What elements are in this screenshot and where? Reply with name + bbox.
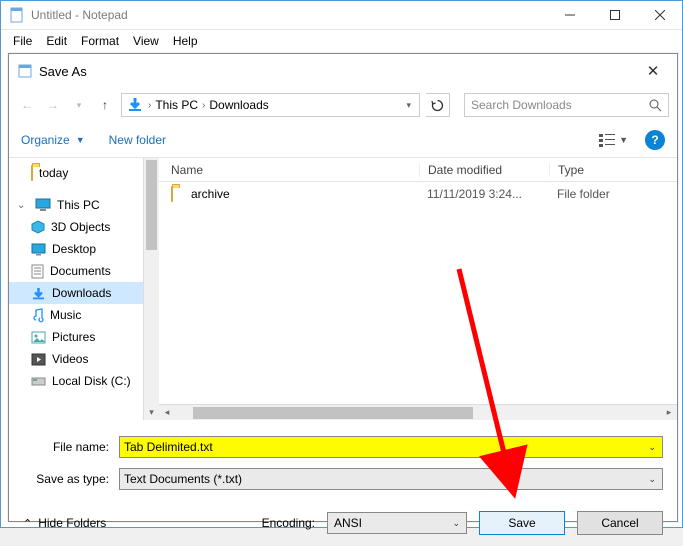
maximize-button[interactable] <box>592 1 637 30</box>
menu-help[interactable]: Help <box>167 32 204 50</box>
breadcrumb-bar[interactable]: › This PC › Downloads ▾ <box>121 93 420 117</box>
column-name[interactable]: Name <box>171 163 419 177</box>
disk-icon <box>31 375 46 387</box>
tree-item-downloads[interactable]: Downloads <box>9 282 159 304</box>
chevron-down-icon: ▼ <box>619 135 628 145</box>
chevron-down-icon[interactable]: ⌄ <box>648 442 656 453</box>
scroll-left-icon[interactable]: ◂ <box>159 407 175 418</box>
tree-item-today[interactable]: today <box>9 162 159 184</box>
view-icon <box>599 133 615 147</box>
tree-item-desktop[interactable]: Desktop <box>9 238 159 260</box>
minimize-button[interactable] <box>547 1 592 30</box>
search-input[interactable]: Search Downloads <box>464 93 669 117</box>
column-date[interactable]: Date modified <box>419 163 549 177</box>
breadcrumb-this-pc[interactable]: This PC <box>155 98 198 112</box>
tree-item-documents[interactable]: Documents <box>9 260 159 282</box>
file-list: Name Date modified Type archive 11/11/20… <box>159 158 677 420</box>
chevron-down-icon: ⌄ <box>452 518 460 529</box>
help-button[interactable]: ? <box>645 130 665 150</box>
menu-view[interactable]: View <box>127 32 165 50</box>
dialog-toolbar: Organize ▼ New folder ▼ ? <box>9 122 677 158</box>
horizontal-scrollbar[interactable]: ◂ ▸ <box>159 404 677 420</box>
this-pc-icon <box>35 198 51 212</box>
file-date: 11/11/2019 3:24... <box>419 187 549 201</box>
save-type-label: Save as type: <box>23 472 119 486</box>
nav-forward-button[interactable]: → <box>43 95 63 115</box>
address-bar-row: ← → ▾ ↑ › This PC › Downloads ▾ Search D… <box>9 88 677 122</box>
file-type: File folder <box>549 187 677 201</box>
folder-icon <box>171 187 191 201</box>
nav-back-button[interactable]: ← <box>17 95 37 115</box>
view-mode-button[interactable]: ▼ <box>594 130 633 150</box>
documents-icon <box>31 264 44 279</box>
notepad-title: Untitled - Notepad <box>31 8 547 22</box>
file-fields: File name: Tab Delimited.txt ⌄ Save as t… <box>9 420 677 500</box>
menu-edit[interactable]: Edit <box>40 32 73 50</box>
column-headers: Name Date modified Type <box>159 158 677 182</box>
expand-icon[interactable]: ⌄ <box>17 200 29 211</box>
save-button[interactable]: Save <box>479 511 565 535</box>
chevron-down-icon: ⌄ <box>648 474 656 485</box>
folder-icon <box>31 166 33 180</box>
dialog-title-bar: Save As ✕ <box>9 54 677 88</box>
save-type-dropdown[interactable]: Text Documents (*.txt) ⌄ <box>119 468 663 490</box>
tree-item-this-pc[interactable]: ⌄ This PC <box>9 194 159 216</box>
column-type[interactable]: Type <box>549 163 677 177</box>
dialog-title: Save As <box>39 64 637 79</box>
encoding-dropdown[interactable]: ANSI ⌄ <box>327 512 467 534</box>
tree-scrollbar[interactable]: ▾ <box>143 158 159 420</box>
music-icon <box>31 308 44 323</box>
file-name-label: File name: <box>23 440 119 454</box>
scrollbar-thumb[interactable] <box>193 407 473 419</box>
scroll-down-icon[interactable]: ▾ <box>144 404 159 420</box>
new-folder-button[interactable]: New folder <box>109 133 166 147</box>
dialog-icon <box>17 63 33 79</box>
nav-history-dropdown[interactable]: ▾ <box>69 95 89 115</box>
tree-item-3d-objects[interactable]: 3D Objects <box>9 216 159 238</box>
notepad-menu-bar: File Edit Format View Help <box>1 30 682 51</box>
file-name-input[interactable]: Tab Delimited.txt ⌄ <box>119 436 663 458</box>
file-name: archive <box>191 187 419 201</box>
dialog-body: today ⌄ This PC 3D Objects Desktop <box>9 158 677 420</box>
close-button[interactable] <box>637 1 682 30</box>
save-as-dialog: Save As ✕ ← → ▾ ↑ › This PC › Downloads … <box>8 53 678 522</box>
search-icon <box>649 99 662 112</box>
tree-item-videos[interactable]: Videos <box>9 348 159 370</box>
cancel-button[interactable]: Cancel <box>577 511 663 535</box>
organize-button[interactable]: Organize <box>21 133 70 147</box>
notepad-icon <box>9 7 25 23</box>
menu-file[interactable]: File <box>7 32 38 50</box>
downloads-icon <box>31 286 46 301</box>
breadcrumb-downloads[interactable]: Downloads <box>209 98 268 112</box>
scroll-right-icon[interactable]: ▸ <box>661 407 677 418</box>
scrollbar-thumb[interactable] <box>146 160 157 250</box>
notepad-title-bar: Untitled - Notepad <box>1 1 682 30</box>
breadcrumb-dropdown-icon[interactable]: ▾ <box>406 100 411 111</box>
nav-up-button[interactable]: ↑ <box>95 95 115 115</box>
downloads-icon <box>126 96 144 114</box>
pictures-icon <box>31 331 46 344</box>
tree-item-pictures[interactable]: Pictures <box>9 326 159 348</box>
desktop-icon <box>31 243 46 256</box>
dialog-close-button[interactable]: ✕ <box>637 55 669 87</box>
folder-tree: today ⌄ This PC 3D Objects Desktop <box>9 158 159 420</box>
dialog-footer: ⌃ Hide Folders Encoding: ANSI ⌄ Save Can… <box>9 500 677 546</box>
search-placeholder: Search Downloads <box>471 98 649 112</box>
refresh-button[interactable] <box>426 93 450 117</box>
3d-objects-icon <box>31 220 45 234</box>
menu-format[interactable]: Format <box>75 32 125 50</box>
videos-icon <box>31 353 46 366</box>
list-item[interactable]: archive 11/11/2019 3:24... File folder <box>159 182 677 206</box>
tree-item-music[interactable]: Music <box>9 304 159 326</box>
chevron-right-icon: › <box>202 100 205 111</box>
organize-dropdown-icon[interactable]: ▼ <box>76 135 85 145</box>
chevron-right-icon: › <box>148 100 151 111</box>
tree-item-local-disk[interactable]: Local Disk (C:) <box>9 370 159 392</box>
